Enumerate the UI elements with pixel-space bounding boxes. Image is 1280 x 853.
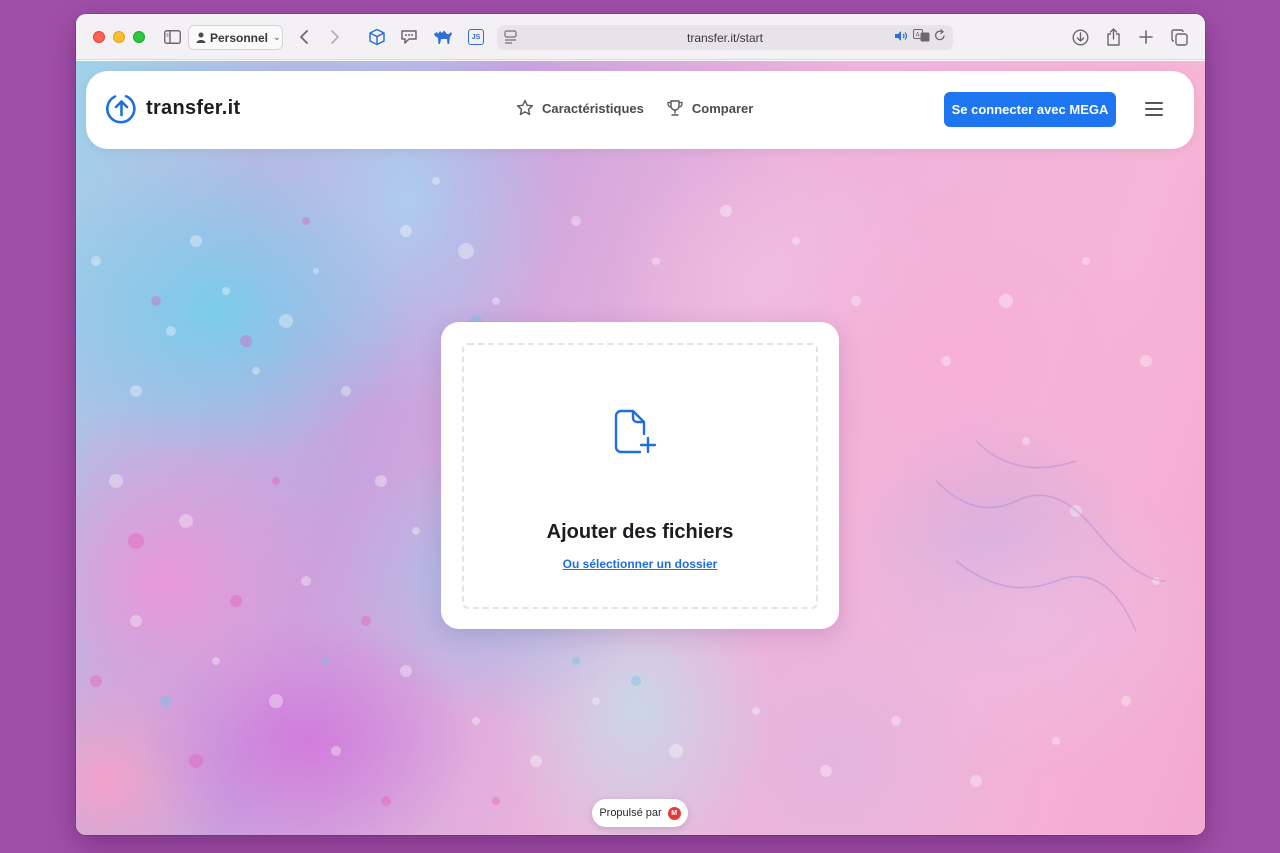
- browser-window: Personnel ⌄ JS transfer.it/start A trans…: [76, 14, 1205, 835]
- nav-item-compare[interactable]: Comparer: [666, 99, 753, 117]
- upload-card: Ajouter des fichiers Ou sélectionner un …: [441, 322, 839, 629]
- address-bar[interactable]: transfer.it/start A: [497, 25, 953, 50]
- share-icon[interactable]: [1101, 25, 1125, 49]
- powered-by-label: Propulsé par: [599, 807, 662, 819]
- nav-label-compare: Comparer: [691, 100, 754, 116]
- window-controls: [93, 30, 145, 43]
- add-file-icon: [614, 409, 657, 454]
- browser-toolbar: Personnel ⌄ JS transfer.it/start A: [76, 14, 1205, 60]
- add-files-title: Ajouter des fichiers: [546, 521, 734, 543]
- camel-icon[interactable]: [431, 25, 455, 49]
- mega-logo-icon: M: [667, 806, 681, 820]
- reader-mode-icon[interactable]: [504, 30, 517, 47]
- download-icon[interactable]: [1068, 25, 1092, 49]
- login-with-mega-button[interactable]: Se connecter avec MEGA: [944, 92, 1116, 127]
- select-folder-link[interactable]: Ou sélectionner un dossier: [464, 557, 816, 571]
- forward-icon[interactable]: [323, 25, 347, 49]
- upload-arrow-logo-icon: [106, 94, 136, 124]
- svg-text:A: A: [916, 32, 921, 39]
- profile-label: Personnel: [210, 30, 269, 45]
- close-window-button[interactable]: [93, 30, 105, 43]
- chevron-down-icon: ⌄: [273, 32, 281, 42]
- logo-text: transfer.it: [146, 97, 241, 119]
- new-tab-icon[interactable]: [1134, 25, 1158, 49]
- hamburger-menu-icon[interactable]: [1145, 102, 1163, 116]
- cube-icon[interactable]: [365, 25, 389, 49]
- speaker-icon[interactable]: [894, 30, 909, 42]
- reload-icon[interactable]: [934, 29, 946, 42]
- page-background: transfer.it Caractéristiques Comparer Se…: [76, 61, 1205, 835]
- profile-selector[interactable]: Personnel ⌄: [188, 25, 283, 50]
- main-nav: Caractéristiques Comparer: [516, 99, 753, 117]
- minimize-window-button[interactable]: [113, 30, 125, 43]
- back-icon[interactable]: [292, 25, 316, 49]
- site-header: transfer.it Caractéristiques Comparer Se…: [86, 71, 1194, 149]
- person-icon: [196, 32, 206, 43]
- nav-item-features[interactable]: Caractéristiques: [516, 99, 644, 117]
- js-icon[interactable]: JS: [464, 25, 488, 49]
- star-icon: [516, 99, 534, 116]
- sidebar-toggle-icon[interactable]: [160, 25, 184, 49]
- url-text: transfer.it/start: [686, 30, 764, 45]
- speech-bubble-icon[interactable]: [397, 25, 421, 49]
- file-dropzone[interactable]: Ajouter des fichiers Ou sélectionner un …: [462, 343, 818, 609]
- tab-overview-icon[interactable]: [1167, 25, 1191, 49]
- trophy-icon: [667, 100, 683, 116]
- transfer-it-logo[interactable]: transfer.it: [106, 93, 240, 124]
- translate-icon[interactable]: A: [913, 29, 930, 42]
- nav-label-features: Caractéristiques: [542, 100, 644, 116]
- maximize-window-button[interactable]: [133, 30, 145, 43]
- powered-by-badge[interactable]: Propulsé par M: [592, 799, 688, 827]
